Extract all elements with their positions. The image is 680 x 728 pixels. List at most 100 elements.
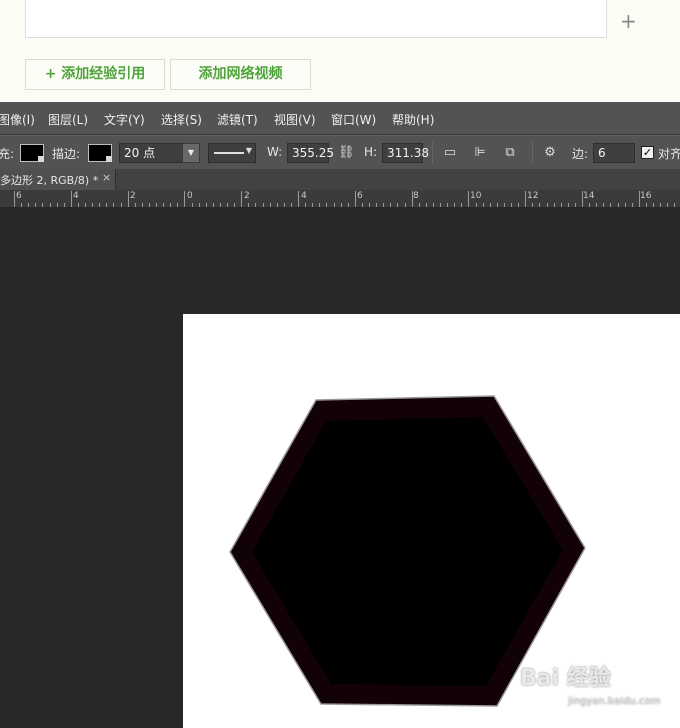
ruler-tick — [113, 203, 115, 207]
ruler-tick — [248, 203, 250, 207]
ruler-tick — [645, 203, 647, 207]
ruler-tick — [376, 203, 378, 207]
content-input[interactable] — [25, 0, 607, 38]
ruler-tick — [227, 203, 228, 207]
menu-layer[interactable]: 图层(L) — [48, 111, 88, 128]
menu-type[interactable]: 文字(Y) — [104, 111, 145, 128]
horizontal-ruler: 6 4 2 0 2 4 6 8 10 12 14 16 — [0, 190, 680, 208]
ruler-tick — [134, 203, 136, 207]
add-web-video-button[interactable]: 添加网络视频 — [170, 59, 311, 90]
path-alignment-icon[interactable]: ⊫ — [472, 145, 488, 161]
ruler-label: 6 — [16, 191, 22, 201]
path-operations-icon[interactable]: ▭ — [442, 145, 458, 161]
ruler-tick — [156, 203, 157, 207]
ruler-tick — [553, 203, 555, 207]
menu-filter[interactable]: 滤镜(T) — [217, 111, 258, 128]
ruler-tick — [482, 203, 484, 207]
ruler-tick — [205, 203, 207, 207]
ruler-tick — [347, 203, 349, 207]
ruler-tick — [432, 203, 434, 207]
ruler-tick — [603, 203, 605, 207]
stroke-width-field[interactable]: 20 点 — [119, 143, 183, 163]
ruler-tick — [333, 203, 335, 207]
ruler-tick — [624, 203, 626, 207]
height-field[interactable]: 311.38 — [382, 143, 429, 163]
ruler-tick — [326, 203, 328, 207]
ruler-tick — [241, 191, 243, 207]
menu-select[interactable]: 选择(S) — [161, 111, 202, 128]
stroke-color-swatch[interactable] — [88, 144, 112, 162]
ruler-tick — [397, 203, 399, 207]
baidu-watermark-url: jingyan.baidu.com — [568, 696, 661, 707]
path-arrangement-icon[interactable]: ⧉ — [502, 145, 518, 161]
ruler-tick — [148, 203, 150, 207]
ruler-tick — [475, 203, 477, 207]
document-tab[interactable]: 多边形 2, RGB/8) * × — [0, 169, 116, 190]
sides-field[interactable]: 6 — [593, 143, 635, 163]
ruler-tick — [511, 203, 512, 207]
ruler-tick — [56, 203, 58, 207]
fill-label: 充: — [0, 147, 15, 161]
ruler-label: 10 — [470, 191, 482, 201]
width-field[interactable]: 355.25 — [287, 143, 334, 163]
ruler-tick — [269, 203, 271, 207]
ruler-tick — [383, 203, 385, 207]
ruler-tick — [163, 203, 165, 207]
ruler-tick — [77, 203, 79, 207]
ruler-tick — [560, 203, 562, 207]
ruler-tick — [14, 191, 15, 207]
ruler-tick — [582, 191, 583, 207]
sides-label: 边: — [572, 147, 589, 161]
menu-window[interactable]: 窗口(W) — [331, 111, 376, 128]
menu-image[interactable]: 图像(I) — [0, 111, 35, 128]
ruler-tick — [255, 203, 257, 207]
ruler-tick — [489, 203, 491, 207]
align-edges-checkbox[interactable]: ✓ — [641, 146, 654, 159]
ruler-tick — [319, 203, 321, 207]
chevron-down-icon: ▼ — [245, 146, 252, 155]
web-editor-section: + + 添加经验引用 添加网络视频 — [0, 0, 680, 102]
ruler-tick — [496, 203, 498, 207]
close-icon[interactable]: × — [102, 171, 111, 184]
ruler-tick — [667, 203, 669, 207]
height-label: H: — [364, 145, 378, 159]
separator — [432, 142, 433, 164]
menu-help[interactable]: 帮助(H) — [392, 111, 434, 128]
document-tab-title: 多边形 2, RGB/8) * — [0, 174, 99, 187]
ruler-tick — [525, 191, 527, 207]
ruler-tick — [35, 203, 37, 207]
add-experience-reference-button[interactable]: + 添加经验引用 — [25, 59, 165, 90]
ruler-tick — [184, 191, 186, 207]
stroke-line-preview — [214, 152, 244, 154]
ruler-tick — [418, 203, 420, 207]
ruler-tick — [212, 203, 214, 207]
ruler-tick — [447, 203, 449, 207]
ruler-tick — [468, 191, 470, 207]
ruler-tick — [92, 203, 94, 207]
ruler-label: 2 — [244, 191, 250, 201]
ruler-label: 4 — [301, 191, 307, 201]
menu-view[interactable]: 视图(V) — [274, 111, 316, 128]
stroke-type-dropdown[interactable]: ▼ — [208, 143, 256, 163]
ruler-tick — [518, 203, 520, 207]
ruler-tick — [660, 203, 662, 207]
options-bar: 充: 描边: 20 点 ▼ ▼ W: 355.25 ⛓ H: 311.38 ▭ … — [0, 135, 680, 169]
ruler-tick — [219, 203, 221, 207]
fill-color-swatch[interactable] — [20, 144, 44, 162]
link-icon[interactable]: ⛓ — [338, 145, 355, 161]
width-label: W: — [267, 145, 283, 159]
ruler-tick — [539, 203, 541, 207]
ruler-label: 0 — [187, 191, 193, 201]
ruler-label: 16 — [640, 191, 652, 201]
plus-icon[interactable]: + — [620, 11, 637, 31]
ruler-label: 6 — [357, 191, 363, 201]
gear-icon[interactable]: ⚙ — [542, 145, 558, 161]
chevron-down-icon[interactable]: ▼ — [182, 143, 200, 163]
ruler-label: 14 — [583, 191, 595, 201]
canvas-workspace[interactable] — [0, 208, 680, 728]
ruler-tick — [653, 203, 654, 207]
separator — [532, 142, 533, 164]
align-edges-label: 对齐 — [658, 147, 680, 161]
ruler-tick — [49, 203, 51, 207]
ruler-tick — [305, 203, 307, 207]
